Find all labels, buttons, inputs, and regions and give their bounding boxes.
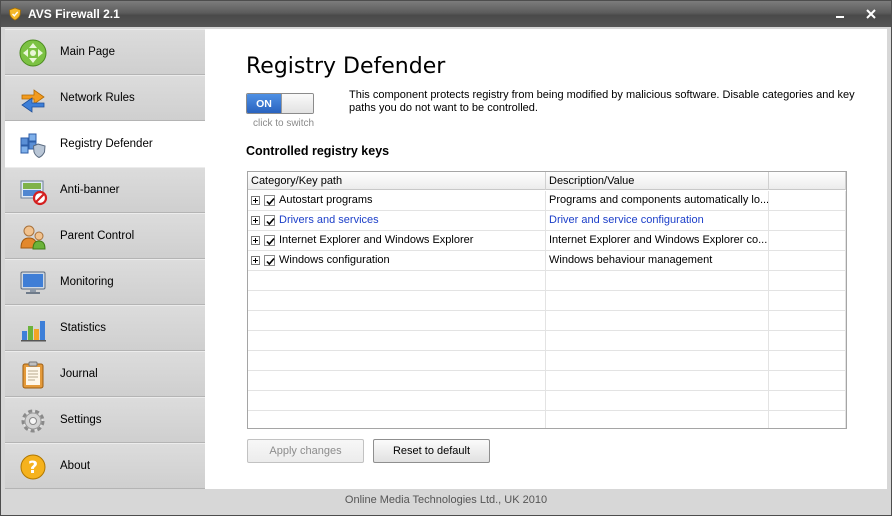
- expand-icon[interactable]: [251, 236, 260, 245]
- empty-table-row: [248, 331, 846, 351]
- anti-banner-icon: [18, 176, 48, 206]
- sidebar-item-label: Settings: [60, 414, 102, 426]
- key-cell: Drivers and services: [248, 211, 546, 231]
- sidebar-item-label: Anti-banner: [60, 184, 120, 196]
- sidebar-item-label: About: [60, 460, 91, 472]
- table-row[interactable]: Drivers and services Driver and service …: [248, 211, 846, 231]
- monitor-icon: [18, 268, 48, 298]
- main-page-icon: [18, 38, 48, 68]
- sidebar-item-journal[interactable]: Journal: [5, 351, 205, 397]
- sidebar-item-monitoring[interactable]: Monitoring: [5, 259, 205, 305]
- network-rules-icon: [18, 84, 48, 114]
- sidebar: Main Page Network Rules Registry Defende…: [5, 29, 207, 489]
- sidebar-item-label: Registry Defender: [60, 138, 153, 150]
- sidebar-item-label: Parent Control: [60, 230, 135, 242]
- sidebar-item-label: Monitoring: [60, 276, 114, 288]
- table-row[interactable]: Internet Explorer and Windows Explorer I…: [248, 231, 846, 251]
- empty-table-row: [248, 311, 846, 331]
- row-checkbox[interactable]: [264, 195, 275, 206]
- sidebar-item-parent-control[interactable]: Parent Control: [5, 213, 205, 259]
- statistics-icon: [18, 314, 48, 344]
- key-label: Internet Explorer and Windows Explorer: [279, 234, 474, 246]
- toggle-knob[interactable]: [281, 94, 313, 113]
- toggle-hint: click to switch: [253, 118, 315, 129]
- row-checkbox[interactable]: [264, 235, 275, 246]
- sidebar-item-main-page[interactable]: Main Page: [5, 29, 205, 75]
- empty-table-row: [248, 411, 846, 428]
- about-icon: ?: [18, 452, 48, 482]
- sidebar-item-settings[interactable]: Settings: [5, 397, 205, 443]
- key-cell: Internet Explorer and Windows Explorer: [248, 231, 546, 251]
- window-title: AVS Firewall 2.1: [28, 7, 120, 21]
- title-bar[interactable]: AVS Firewall 2.1: [1, 1, 891, 27]
- close-button[interactable]: [858, 5, 884, 23]
- row-checkbox[interactable]: [264, 255, 275, 266]
- description-cell: Programs and components automatically lo…: [546, 191, 769, 211]
- sidebar-item-label: Network Rules: [60, 92, 135, 104]
- empty-cell: [769, 231, 846, 251]
- empty-table-row: [248, 291, 846, 311]
- sidebar-item-about[interactable]: ? About: [5, 443, 205, 489]
- journal-icon: [18, 360, 48, 390]
- close-icon: [866, 9, 876, 19]
- column-header-empty: [769, 172, 846, 190]
- empty-cell: [769, 251, 846, 271]
- row-checkbox[interactable]: [264, 215, 275, 226]
- registry-defender-icon: [18, 130, 48, 160]
- sidebar-item-anti-banner[interactable]: Anti-banner: [5, 167, 205, 213]
- sidebar-item-statistics[interactable]: Statistics: [5, 305, 205, 351]
- expand-icon[interactable]: [251, 256, 260, 265]
- main-panel: Registry Defender ON click to switch Thi…: [205, 29, 887, 489]
- settings-icon: [18, 406, 48, 436]
- minimize-button[interactable]: [827, 5, 853, 23]
- column-header-category[interactable]: Category/Key path: [248, 172, 546, 190]
- footer-copyright: Online Media Technologies Ltd., UK 2010: [5, 489, 887, 511]
- column-header-description[interactable]: Description/Value: [546, 172, 769, 190]
- svg-text:?: ?: [28, 458, 38, 478]
- empty-cell: [769, 191, 846, 211]
- parent-control-icon: [18, 222, 48, 252]
- description-cell: Driver and service configuration: [546, 211, 769, 231]
- empty-table-row: [248, 271, 846, 291]
- toggle-state: ON: [247, 94, 281, 113]
- component-description: This component protects registry from be…: [349, 89, 855, 114]
- sidebar-item-label: Statistics: [60, 322, 107, 334]
- empty-cell: [769, 211, 846, 231]
- page-title: Registry Defender: [246, 54, 446, 79]
- table-row[interactable]: Windows configuration Windows behaviour …: [248, 251, 846, 271]
- registry-keys-table: Category/Key path Description/Value Auto…: [247, 171, 847, 429]
- app-shield-icon: [8, 7, 22, 21]
- minimize-icon: [836, 16, 844, 18]
- sidebar-item-registry-defender[interactable]: Registry Defender: [5, 121, 207, 167]
- enable-toggle[interactable]: ON: [246, 93, 314, 114]
- expand-icon[interactable]: [251, 216, 260, 225]
- sidebar-item-label: Main Page: [60, 46, 115, 58]
- table-header: Category/Key path Description/Value: [248, 172, 846, 190]
- table-row[interactable]: Autostart programs Programs and componen…: [248, 191, 846, 211]
- sidebar-item-label: Journal: [60, 368, 98, 380]
- key-label: Windows configuration: [279, 254, 390, 266]
- key-label: Drivers and services: [279, 214, 379, 226]
- key-cell: Windows configuration: [248, 251, 546, 271]
- description-cell: Windows behaviour management: [546, 251, 769, 271]
- key-label: Autostart programs: [279, 194, 373, 206]
- empty-table-row: [248, 371, 846, 391]
- sidebar-item-network-rules[interactable]: Network Rules: [5, 75, 205, 121]
- description-cell: Internet Explorer and Windows Explorer c…: [546, 231, 769, 251]
- section-heading: Controlled registry keys: [246, 144, 390, 158]
- app-window: AVS Firewall 2.1 Main Page Network Rules: [0, 0, 892, 516]
- expand-icon[interactable]: [251, 196, 260, 205]
- key-cell: Autostart programs: [248, 191, 546, 211]
- empty-table-row: [248, 351, 846, 371]
- reset-to-default-button[interactable]: Reset to default: [373, 439, 490, 463]
- apply-changes-button[interactable]: Apply changes: [247, 439, 364, 463]
- empty-table-row: [248, 391, 846, 411]
